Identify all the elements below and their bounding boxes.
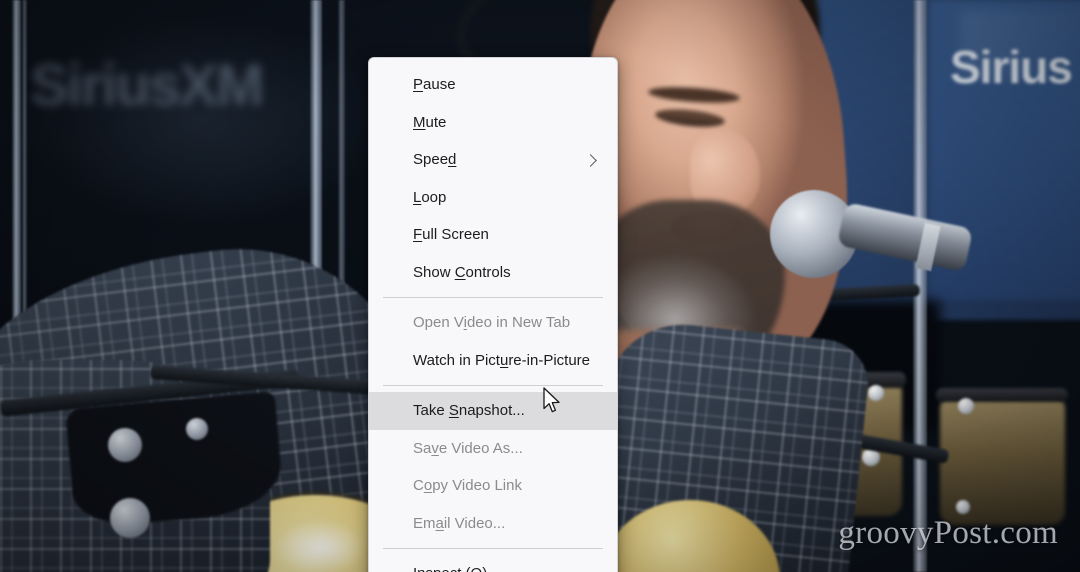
menu-item-show-controls[interactable]: Show Controls: [369, 254, 617, 292]
menu-item-label: Pause: [413, 76, 456, 93]
menu-item-full-screen[interactable]: Full Screen: [369, 216, 617, 254]
menu-item-label: Inspect (Q): [413, 565, 487, 572]
menu-item-label: Loop: [413, 188, 447, 206]
drum-rim: [936, 388, 1068, 402]
stand-knob: [110, 498, 150, 538]
menu-separator: [383, 385, 603, 386]
stand-knob: [186, 418, 208, 440]
menu-item-take-snapshot[interactable]: Take Snapshot...: [369, 392, 617, 430]
menu-item-copy-video-link: Copy Video Link: [369, 467, 617, 505]
menu-item-speed[interactable]: Speed: [369, 141, 617, 179]
menu-item-email-video: Email Video...: [369, 505, 617, 543]
stand-knob: [108, 428, 142, 462]
studio-pole: [338, 0, 345, 300]
guitar-highlight: [275, 520, 365, 572]
menu-item-label: Full Screen: [413, 226, 489, 243]
menu-item-open-video-in-new-tab: Open Video in New Tab: [369, 304, 617, 342]
chevron-right-icon: [584, 153, 597, 167]
studio-pole: [22, 0, 27, 330]
menu-item-label: Mute: [413, 113, 447, 131]
menu-item-pause[interactable]: Pause: [369, 66, 617, 104]
menu-separator: [383, 548, 603, 549]
menu-item-watch-in-picture-in-picture[interactable]: Watch in Picture-in-Picture: [369, 342, 617, 380]
menu-item-label: Watch in Picture-in-Picture: [413, 351, 590, 369]
studio-pole: [12, 0, 21, 345]
menu-item-label: Open Video in New Tab: [413, 314, 571, 331]
menu-item-label: Show Controls: [413, 263, 511, 281]
menu-item-label: Save Video As...: [413, 439, 523, 457]
menu-item-label: Take Snapshot...: [413, 402, 525, 419]
screen: SiriusXM Sirius groovyPost.com Pause Mut…: [0, 0, 1080, 572]
menu-item-label: Email Video...: [413, 514, 506, 532]
menu-item-loop[interactable]: Loop: [369, 179, 617, 217]
backdrop-text-right: Sirius: [950, 41, 1073, 93]
drum-lug: [956, 500, 970, 514]
drum-lug: [868, 385, 884, 401]
menu-item-mute[interactable]: Mute: [369, 104, 617, 142]
menu-item-save-video-as: Save Video As...: [369, 430, 617, 468]
menu-item-label: Speed: [413, 151, 457, 168]
menu-item-label: Copy Video Link: [413, 477, 522, 494]
menu-item-inspect-q[interactable]: Inspect (Q): [369, 555, 617, 572]
watermark: groovyPost.com: [838, 515, 1058, 551]
backdrop-text-left: SiriusXM: [30, 53, 264, 118]
video-context-menu[interactable]: Pause Mute Speed Loop Full Screen Show Contro…: [368, 57, 618, 572]
drum-lug: [958, 398, 974, 414]
menu-separator: [383, 297, 603, 298]
